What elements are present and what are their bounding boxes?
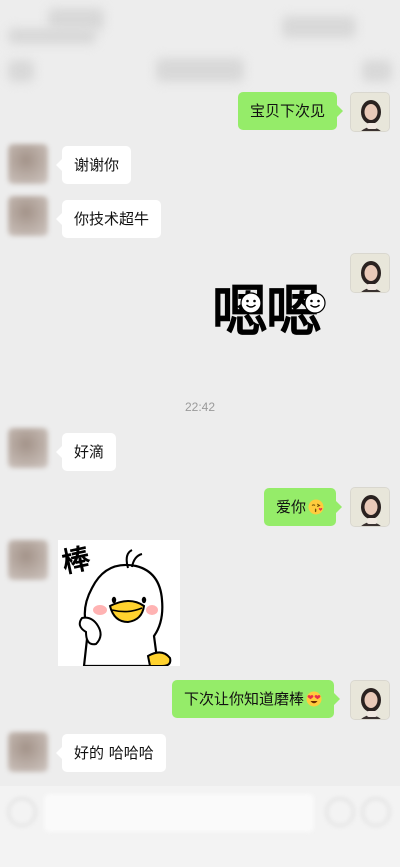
self-avatar[interactable] bbox=[350, 253, 390, 293]
self-avatar-image bbox=[351, 254, 389, 292]
message-text: 爱你 bbox=[276, 498, 307, 516]
message-bubble[interactable]: 好的 哈哈哈 bbox=[56, 734, 166, 772]
smiley-face-icon bbox=[240, 292, 262, 314]
chat-input-bar bbox=[0, 786, 400, 867]
more-icon[interactable] bbox=[362, 60, 392, 82]
chat-title bbox=[156, 58, 244, 82]
message-bubble[interactable]: 你技术超牛 bbox=[55, 200, 162, 238]
chat-timestamp: 22:42 bbox=[184, 400, 216, 414]
message-input[interactable] bbox=[44, 794, 314, 832]
self-avatar-image bbox=[351, 93, 389, 131]
voice-toggle-button[interactable] bbox=[8, 798, 36, 826]
status-time bbox=[48, 8, 104, 30]
back-icon[interactable] bbox=[8, 60, 34, 82]
status-icons bbox=[282, 16, 356, 38]
message-text: 你技术超牛 bbox=[74, 210, 150, 228]
more-actions-button[interactable] bbox=[362, 798, 390, 826]
message-bubble[interactable]: 宝贝下次见 bbox=[238, 92, 344, 130]
message-bubble[interactable]: 谢谢你 bbox=[55, 146, 132, 184]
sticker-enen[interactable]: 嗯嗯 bbox=[212, 280, 340, 346]
smiley-face-icon bbox=[304, 292, 326, 314]
self-avatar[interactable] bbox=[350, 92, 390, 132]
message-bubble[interactable]: 好滴 bbox=[55, 433, 117, 471]
contact-avatar[interactable] bbox=[8, 540, 48, 580]
message-text: 下次让你知道磨棒 bbox=[184, 690, 305, 708]
heart-eyes-emoji-icon bbox=[306, 691, 322, 707]
message-text: 谢谢你 bbox=[74, 156, 120, 174]
self-avatar[interactable] bbox=[350, 680, 390, 720]
self-avatar-image bbox=[351, 488, 389, 526]
status-bar bbox=[0, 0, 400, 46]
kiss-emoji-icon bbox=[308, 499, 324, 515]
message-text: 好的 哈哈哈 bbox=[74, 744, 154, 762]
contact-avatar[interactable] bbox=[8, 732, 48, 772]
self-avatar[interactable] bbox=[350, 487, 390, 527]
duck-sticker-image: 棒 bbox=[58, 540, 180, 668]
message-text: 宝贝下次见 bbox=[250, 102, 326, 120]
message-text: 好滴 bbox=[74, 443, 105, 461]
sticker-duck-bang[interactable]: 棒 bbox=[58, 540, 180, 668]
contact-avatar[interactable] bbox=[8, 144, 48, 184]
message-bubble[interactable]: 下次让你知道磨棒 bbox=[172, 680, 341, 718]
contact-avatar[interactable] bbox=[8, 428, 48, 468]
self-avatar-image bbox=[351, 681, 389, 719]
contact-avatar[interactable] bbox=[8, 196, 48, 236]
emoji-button[interactable] bbox=[326, 798, 354, 826]
chat-nav-bar bbox=[0, 46, 400, 92]
message-bubble[interactable]: 爱你 bbox=[264, 488, 343, 526]
status-carrier bbox=[8, 28, 96, 44]
